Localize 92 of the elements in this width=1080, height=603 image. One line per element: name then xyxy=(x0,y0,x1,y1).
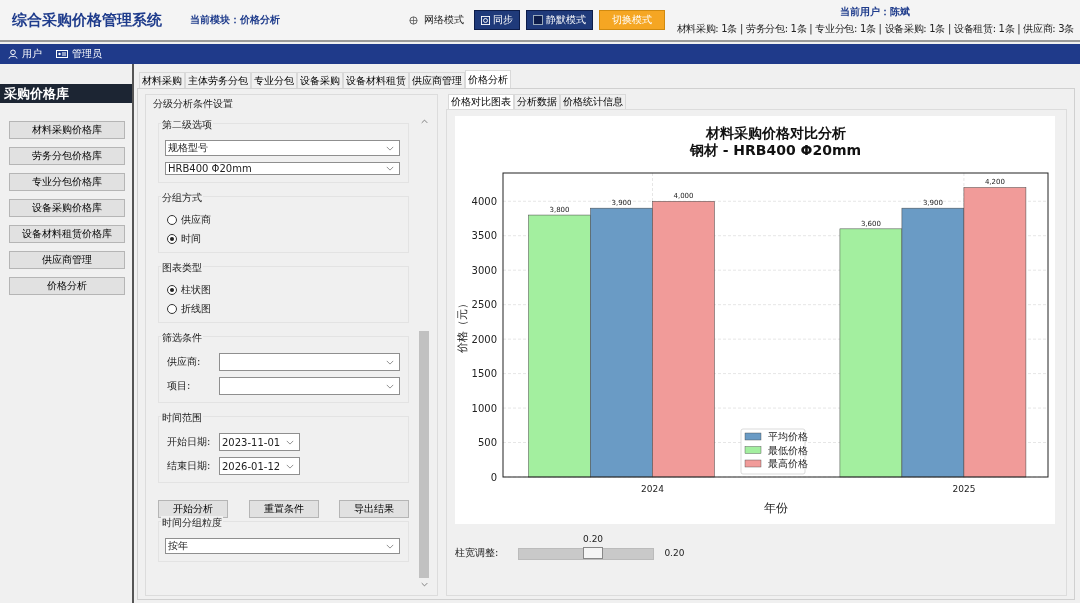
date-picker[interactable]: 2023-11-01 xyxy=(219,433,300,451)
action-button[interactable]: 导出结果 xyxy=(339,500,409,518)
y-tick-label: 500 xyxy=(477,437,497,449)
group-title: 筛选条件 xyxy=(161,331,203,345)
group-title: 分组方式 xyxy=(161,191,203,205)
sidebar-button[interactable]: 设备材料租赁价格库 xyxy=(9,225,125,243)
field-label: 供应商: xyxy=(167,355,202,369)
caret-icon xyxy=(386,145,394,151)
tab[interactable]: 价格分析 xyxy=(465,70,511,88)
radio-button[interactable] xyxy=(167,284,177,295)
tab[interactable]: 价格对比图表 xyxy=(448,94,514,109)
dropdown[interactable]: HRB400 Φ20mm xyxy=(165,162,400,175)
legend-label: 平均价格 xyxy=(768,431,808,442)
current-user: 当前用户：陈斌 xyxy=(840,4,911,19)
y-tick-label: 3500 xyxy=(471,230,497,242)
legend-label: 最高价格 xyxy=(768,458,808,469)
group-title: 第二级选项 xyxy=(161,118,213,132)
id-card-icon xyxy=(56,49,68,59)
radio-button[interactable] xyxy=(167,233,177,244)
radio-label: 时间 xyxy=(181,231,201,246)
y-tick-label: 0 xyxy=(490,471,497,483)
silent-mode-toggle[interactable]: 静默模式 xyxy=(525,10,593,30)
slider-thumb[interactable] xyxy=(583,547,604,559)
tab[interactable]: 供应商管理 xyxy=(409,72,465,88)
sidebar-button[interactable]: 专业分包价格库 xyxy=(9,173,125,191)
sync-button[interactable]: 同步 xyxy=(473,10,520,30)
person-icon xyxy=(8,49,18,59)
chart-legend xyxy=(740,428,808,475)
slider-label: 柱宽调整: xyxy=(455,546,499,560)
y-tick-label: 4000 xyxy=(471,195,497,207)
tab[interactable]: 设备材料租赁 xyxy=(343,72,409,88)
scroll-up-icon[interactable] xyxy=(420,119,428,124)
field-label: 项目: xyxy=(167,379,192,393)
user-bar-label: 管理员 xyxy=(72,47,102,61)
chart-title: 材料采购价格对比分析 xyxy=(705,125,846,141)
caret-icon xyxy=(386,383,394,389)
field-label: 结束日期: xyxy=(167,459,212,473)
caret-icon xyxy=(286,439,294,445)
settings-title: 分级分析条件设置 xyxy=(151,97,235,111)
sidebar-button[interactable]: 供应商管理 xyxy=(9,251,125,269)
radio-button[interactable] xyxy=(167,214,177,225)
dropdown[interactable]: 规格型号 xyxy=(165,140,400,156)
sidebar-button[interactable]: 价格分析 xyxy=(9,277,125,295)
tab[interactable]: 专业分包 xyxy=(251,72,297,88)
dropdown[interactable]: 按年 xyxy=(165,538,400,554)
app-title: 综合采购价格管理系统 xyxy=(12,10,162,30)
x-tick-label: 2024 xyxy=(641,484,664,494)
action-button[interactable]: 开始分析 xyxy=(158,500,228,518)
caret-icon xyxy=(386,359,394,365)
y-tick-label: 3000 xyxy=(471,264,497,276)
tab[interactable]: 分析数据 xyxy=(514,94,560,109)
slider-value: 0.20 xyxy=(583,534,604,544)
user-bar-label: 用户 xyxy=(22,47,42,61)
y-tick-label: 2000 xyxy=(471,333,497,345)
globe-icon xyxy=(408,15,418,25)
radio-label: 柱状图 xyxy=(181,282,211,297)
caret-icon xyxy=(386,166,394,171)
radio-label: 供应商 xyxy=(181,212,211,227)
caret-icon xyxy=(286,463,294,469)
y-tick-label: 1500 xyxy=(471,368,497,380)
sidebar-button[interactable]: 材料采购价格库 xyxy=(9,121,125,139)
action-button[interactable]: 重置条件 xyxy=(248,500,319,518)
tab[interactable]: 主体劳务分包 xyxy=(185,72,251,88)
y-axis-title: 价格（元） xyxy=(456,297,469,353)
sidebar-button[interactable]: 劳务分包价格库 xyxy=(9,147,125,165)
tab[interactable]: 价格统计信息 xyxy=(560,94,626,109)
field-label: 开始日期: xyxy=(167,435,212,449)
radio-label: 折线图 xyxy=(181,301,211,316)
group-title: 时间分组粒度 xyxy=(161,516,223,530)
date-picker[interactable]: 2026-01-12 xyxy=(219,457,300,475)
tab[interactable]: 设备采购 xyxy=(297,72,343,88)
record-counts: 材料采购: 1条 | 劳务分包: 1条 | 专业分包: 1条 | 设备采购: 1条 | 设备租赁: 1条 | 供应商: 3条 xyxy=(676,21,1074,36)
y-tick-label: 1000 xyxy=(471,402,497,414)
sidebar-title: 采购价格库 xyxy=(0,84,132,103)
dropdown[interactable] xyxy=(219,353,400,371)
caret-icon xyxy=(386,543,394,549)
sync-icon xyxy=(480,15,490,25)
current-module: 当前模块：价格分析 xyxy=(190,13,280,27)
dropdown[interactable] xyxy=(219,377,400,395)
tab[interactable]: 材料采购 xyxy=(139,72,185,88)
slider-reading: 0.20 xyxy=(664,548,685,558)
x-axis-title: 年份 xyxy=(763,501,788,515)
sidebar-button[interactable]: 设备采购价格库 xyxy=(9,199,125,217)
radio-button[interactable] xyxy=(167,303,177,314)
y-tick-label: 2500 xyxy=(471,299,497,311)
chart-title: 钢材 - HRB400 Φ20mm xyxy=(689,142,862,158)
network-mode-label: 网络模式 xyxy=(423,13,464,27)
legend-label: 最低价格 xyxy=(768,444,808,456)
group-title: 图表类型 xyxy=(161,261,203,275)
x-tick-label: 2025 xyxy=(952,484,976,494)
scroll-down-icon[interactable] xyxy=(420,582,428,587)
group-title: 时间范围 xyxy=(161,411,203,425)
